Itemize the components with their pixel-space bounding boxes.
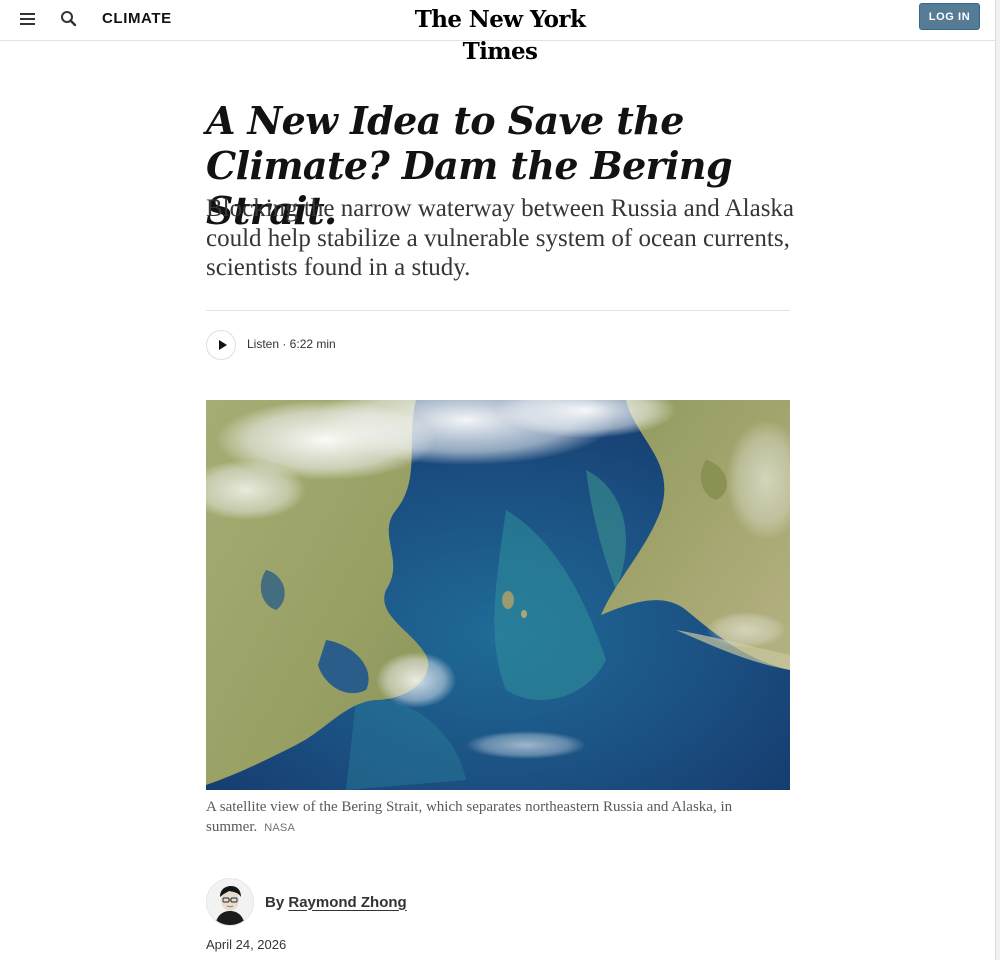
hero-image	[206, 400, 790, 790]
header-divider	[206, 310, 790, 311]
byline-prefix: By	[265, 893, 285, 911]
masthead-logo[interactable]: The New York Times	[380, 4, 620, 65]
article-page: CLIMATE The New York Times LOG IN A New …	[0, 0, 1000, 960]
search-icon[interactable]	[58, 8, 80, 30]
byline: By Raymond Zhong	[206, 878, 407, 926]
page-scrollbar[interactable]	[995, 0, 1000, 960]
article-summary: Blocking the narrow waterway between Rus…	[206, 195, 795, 281]
publish-date: April 24, 2026	[206, 937, 287, 952]
author-link[interactable]: Raymond Zhong	[288, 894, 406, 911]
hamburger-menu-icon[interactable]	[16, 8, 38, 30]
login-button[interactable]: LOG IN	[919, 3, 980, 30]
listen-play-button[interactable]	[206, 330, 236, 360]
byline-text: By Raymond Zhong	[265, 894, 407, 911]
listen-duration: Listen · 6:22 min	[247, 337, 336, 351]
top-bar: CLIMATE The New York Times LOG IN	[0, 0, 995, 65]
section-link-climate[interactable]: CLIMATE	[102, 10, 172, 27]
image-caption: A satellite view of the Bering Strait, w…	[206, 798, 790, 838]
image-credit: NASA	[264, 821, 296, 834]
author-avatar[interactable]	[206, 878, 254, 926]
play-icon	[218, 340, 227, 350]
